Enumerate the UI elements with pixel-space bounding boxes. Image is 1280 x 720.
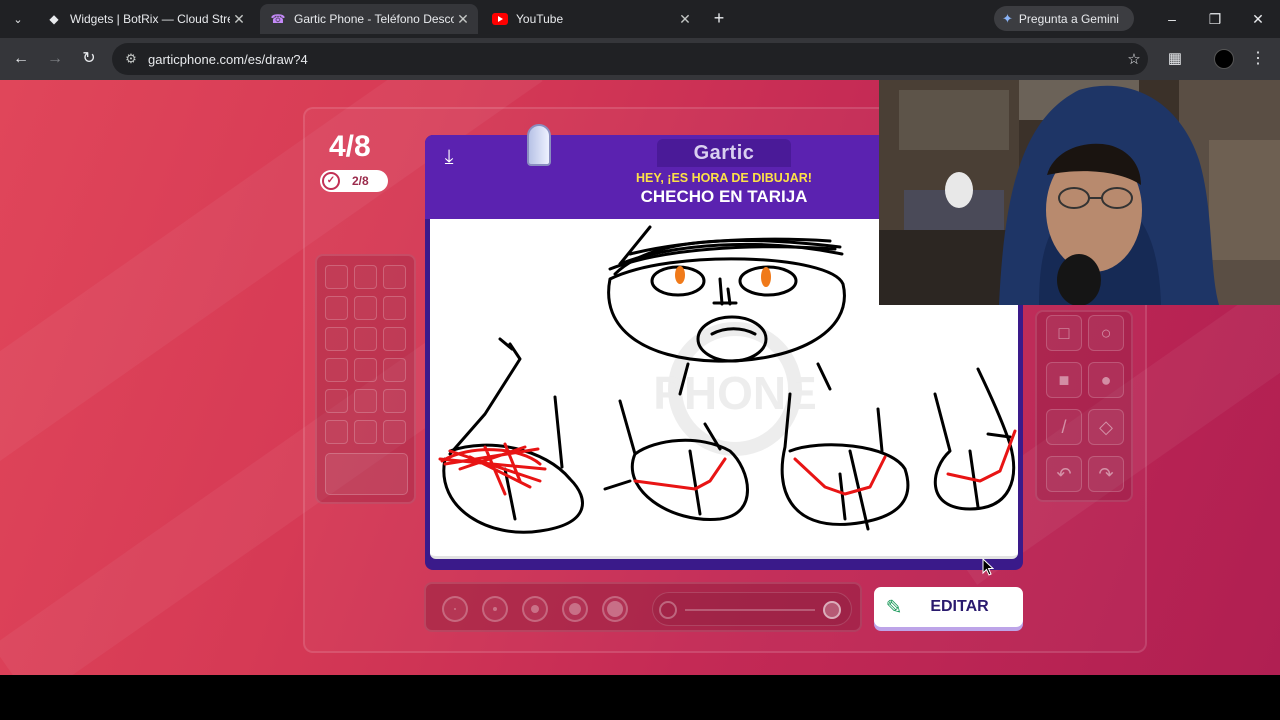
line-tool-icon[interactable]: / <box>1046 409 1082 445</box>
botrix-icon: ◆ <box>49 12 59 26</box>
opacity-track-line <box>685 609 815 611</box>
opacity-slider[interactable] <box>652 592 852 626</box>
color-swatch[interactable] <box>383 327 406 351</box>
done-counter-badge: ✓ 2/8 <box>320 170 388 192</box>
profile-avatar[interactable] <box>1214 49 1234 69</box>
bookmark-star-icon[interactable]: ☆ <box>1120 50 1148 68</box>
color-swatch[interactable] <box>325 327 348 351</box>
color-swatch[interactable] <box>383 265 406 289</box>
tab-title: YouTube <box>516 12 564 26</box>
back-arrow-icon[interactable]: ← <box>9 47 33 71</box>
edit-button[interactable]: ✎ EDITAR <box>874 587 1023 627</box>
brush-size-2[interactable] <box>482 596 508 622</box>
color-swatch[interactable] <box>325 265 348 289</box>
close-icon[interactable]: ✕ <box>230 11 248 28</box>
webcam-overlay <box>879 80 1280 305</box>
rectangle-outline-tool-icon[interactable]: □ <box>1046 315 1082 351</box>
card-hook <box>527 124 551 166</box>
youtube-icon <box>492 11 508 27</box>
tab-gartic-phone[interactable]: ☎ Gartic Phone - Teléfono Descon ✕ <box>260 4 478 34</box>
color-swatch[interactable] <box>325 420 348 444</box>
address-bar[interactable]: ⚙ garticphone.com/es/draw?4 ☆ <box>112 43 1148 75</box>
color-swatch[interactable] <box>354 420 377 444</box>
brush-size-5[interactable] <box>602 596 628 622</box>
tab-botrix[interactable]: ◆ Widgets | BotRix — Cloud Strea ✕ <box>36 4 254 34</box>
gartic-logo: Gartic <box>693 142 755 164</box>
restore-icon[interactable]: ❐ <box>1203 8 1227 30</box>
brush-size-1[interactable] <box>442 596 468 622</box>
circle-outline-tool-icon[interactable]: ○ <box>1088 315 1124 351</box>
brush-size-4[interactable] <box>562 596 588 622</box>
color-swatch[interactable] <box>383 296 406 320</box>
opacity-handle[interactable] <box>823 601 841 619</box>
forward-arrow-icon[interactable]: → <box>43 47 67 71</box>
undo-icon[interactable]: ↶ <box>1046 456 1082 492</box>
eraser-tool-icon[interactable]: ◇ <box>1088 409 1124 445</box>
color-swatch[interactable] <box>354 327 377 351</box>
reload-icon[interactable]: ↻ <box>77 47 101 71</box>
color-swatch[interactable] <box>325 389 348 413</box>
rectangle-fill-tool-icon[interactable]: ■ <box>1046 362 1082 398</box>
edit-button-label: EDITAR <box>930 598 989 615</box>
color-swatch[interactable] <box>354 358 377 382</box>
prompt-text: CHECHO EN TARIJA <box>640 187 808 206</box>
color-palette <box>315 254 416 504</box>
gemini-sparkle-icon: ✦ <box>1002 10 1013 26</box>
menu-kebab-icon[interactable]: ⋮ <box>1248 47 1268 71</box>
screen-bottom-bar <box>0 675 1280 720</box>
minimize-icon[interactable]: – <box>1160 8 1184 30</box>
mouse-cursor-icon <box>982 558 994 576</box>
window-close-icon[interactable]: ✕ <box>1246 8 1270 30</box>
color-swatch[interactable] <box>354 389 377 413</box>
url-text[interactable]: garticphone.com/es/draw?4 <box>146 52 1120 67</box>
phone-watermark: PHONE <box>653 322 817 456</box>
tab-title: Widgets | BotRix — Cloud Strea <box>70 12 230 26</box>
redo-icon[interactable]: ↷ <box>1088 456 1124 492</box>
color-swatch[interactable] <box>325 296 348 320</box>
opacity-min-icon <box>659 601 677 619</box>
site-info-icon[interactable]: ⚙ <box>116 51 146 67</box>
phone-icon: ☎ <box>270 12 286 26</box>
gemini-button[interactable]: ✦ Pregunta a Gemini <box>994 6 1134 31</box>
pencil-icon: ✎ <box>885 596 903 619</box>
browser-toolbar: ← → ↻ ⚙ garticphone.com/es/draw?4 ☆ ▦ ⋮ <box>0 38 1280 80</box>
done-counter: 2/8 <box>352 174 369 188</box>
brush-size-bar <box>424 582 862 632</box>
color-swatch[interactable] <box>325 358 348 382</box>
color-swatch[interactable] <box>354 296 377 320</box>
round-counter: 4/8 <box>329 130 371 163</box>
current-color-preview[interactable] <box>325 453 408 495</box>
prompt-label: HEY, ¡ES HORA DE DIBUJAR! <box>636 171 812 185</box>
check-icon: ✓ <box>322 172 340 190</box>
tab-title: Gartic Phone - Teléfono Descon <box>294 12 454 26</box>
color-swatch[interactable] <box>383 358 406 382</box>
download-icon[interactable]: ⤓ <box>437 145 461 169</box>
extensions-puzzle-icon[interactable]: ▦ <box>1163 47 1187 71</box>
color-swatch[interactable] <box>354 265 377 289</box>
gemini-label: Pregunta a Gemini <box>1018 11 1119 26</box>
svg-text:PHONE: PHONE <box>653 367 817 419</box>
new-tab-button[interactable]: + <box>708 8 730 30</box>
close-icon[interactable]: ✕ <box>454 11 472 28</box>
color-swatch[interactable] <box>383 420 406 444</box>
tab-youtube[interactable]: YouTube ✕ <box>482 4 700 34</box>
tab-bar: ⌄ ◆ Widgets | BotRix — Cloud Strea ✕ ☎ G… <box>0 0 1280 38</box>
close-icon[interactable]: ✕ <box>676 11 694 28</box>
circle-fill-tool-icon[interactable]: ● <box>1088 362 1124 398</box>
tab-search-chevron-icon[interactable]: ⌄ <box>6 8 30 30</box>
red-strokes <box>438 429 1017 496</box>
shape-tools: □ ○ ■ ● / ◇ ↶ ↷ <box>1035 310 1133 502</box>
brush-size-3[interactable] <box>522 596 548 622</box>
color-swatch[interactable] <box>383 389 406 413</box>
